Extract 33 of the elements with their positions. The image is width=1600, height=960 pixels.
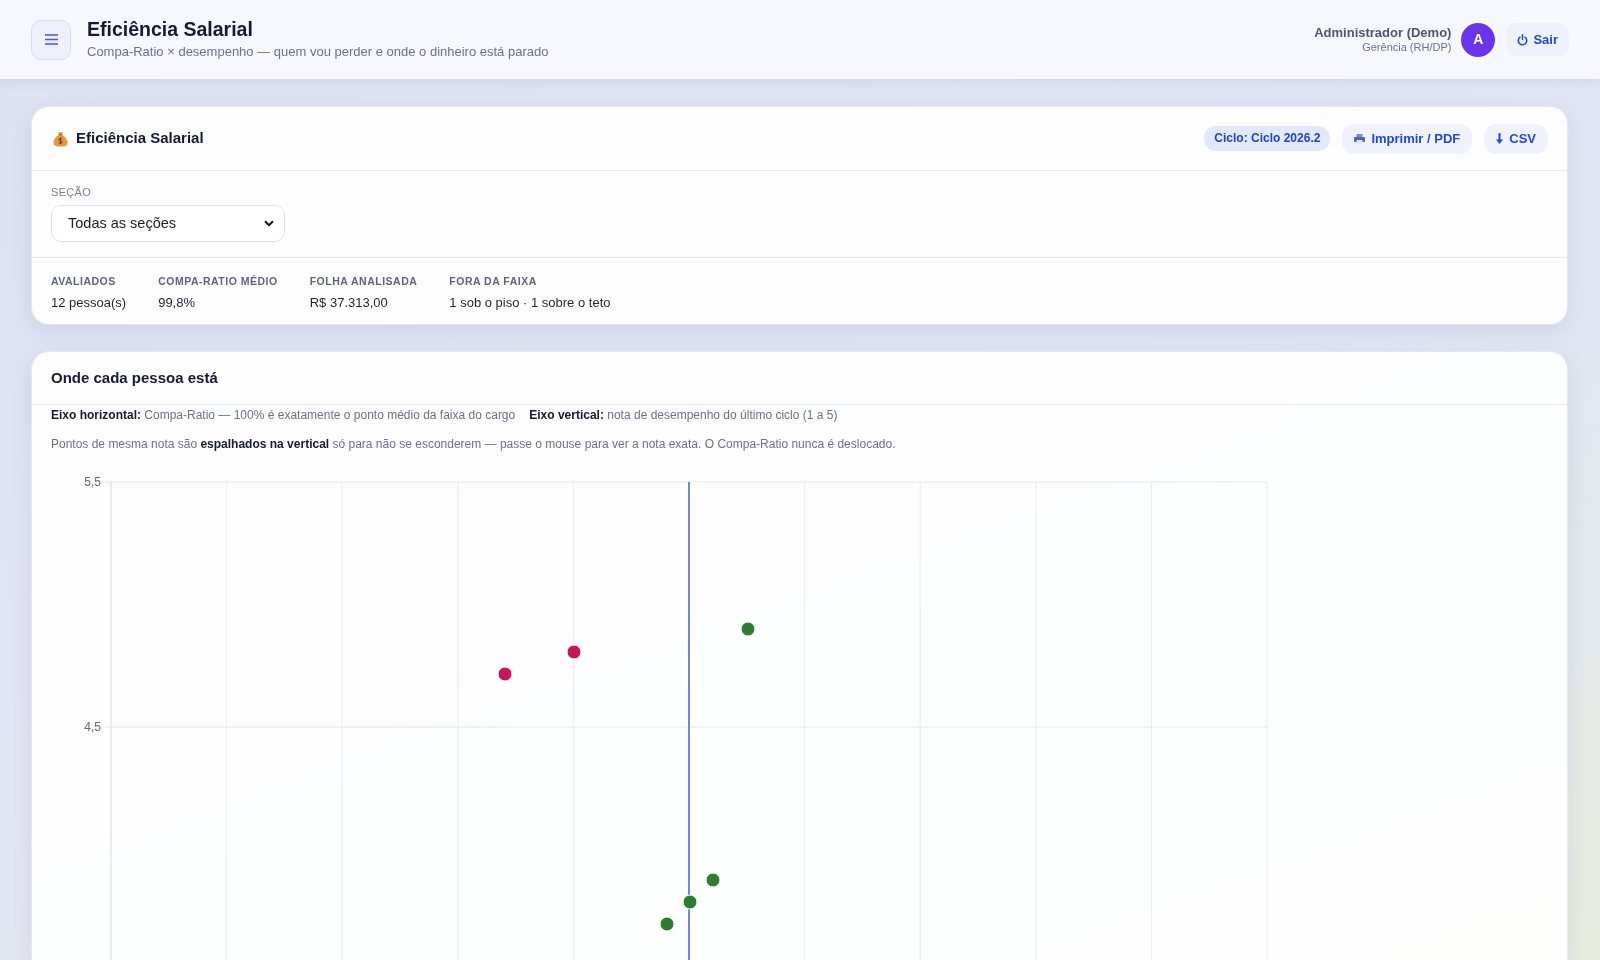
power-icon bbox=[1517, 33, 1529, 46]
stat-value: 12 pessoa(s) bbox=[51, 294, 127, 311]
stat-label: COMPA-RATIO MÉDIO bbox=[158, 275, 278, 288]
chevron-down-icon bbox=[264, 220, 274, 227]
axis-description: Eixo horizontal: Compa-Ratio — 100% é exatamente o ponto médio da faixa do cargo bbox=[51, 407, 516, 423]
y-tick-label: 4,5 bbox=[84, 720, 101, 734]
stat-label: FORA DA FAIXA bbox=[449, 275, 538, 288]
filter-label: SEÇÃO bbox=[51, 185, 92, 199]
stat-label: FOLHA ANALISADA bbox=[309, 275, 418, 288]
download-button[interactable]: CSV bbox=[1484, 123, 1548, 154]
card-title: Eficiência Salarial bbox=[76, 128, 204, 149]
cycle-badge: Ciclo: Ciclo 2026.2 bbox=[1204, 126, 1331, 151]
stat-value: 99,8% bbox=[158, 294, 197, 311]
printer-icon bbox=[1354, 133, 1366, 144]
page-subtitle: Compa-Ratio × desempenho — quem vou perder e onde o dinheiro está parado bbox=[87, 43, 549, 61]
user-role: Gerência (RH/DP) bbox=[1361, 40, 1452, 55]
user-name: Administrador (Demo) bbox=[1314, 24, 1452, 41]
money-bag-icon bbox=[53, 130, 68, 147]
page-title: Eficiência Salarial bbox=[87, 18, 254, 42]
card-title: Onde cada pessoa está bbox=[51, 367, 218, 388]
chart-note: Pontos de mesma nota são espalhados na vertical só para não se esconderem — passe o mouse para ver a nota exata. O Compa-Ratio nunca é deslocado. bbox=[50, 436, 897, 452]
stat-label: AVALIADOS bbox=[51, 275, 117, 288]
y-tick-label: 5,5 bbox=[84, 475, 101, 489]
arrow-down-icon bbox=[1496, 133, 1504, 144]
axis-description: Eixo vertical: nota de desempenho do último ciclo (1 a 5) bbox=[529, 407, 838, 423]
print-button[interactable]: Imprimir / PDF bbox=[1342, 123, 1473, 154]
menu-icon bbox=[44, 34, 58, 45]
stat-value: 1 sob o piso · 1 sobre o teto bbox=[449, 294, 611, 311]
section-dropdown[interactable]: Todas as seções bbox=[51, 205, 285, 242]
menu-button[interactable] bbox=[31, 19, 71, 60]
logout-button[interactable]: Sair bbox=[1506, 22, 1569, 57]
stat-value: R$ 37.313,00 bbox=[309, 294, 389, 311]
user-avatar: A bbox=[1461, 22, 1496, 57]
